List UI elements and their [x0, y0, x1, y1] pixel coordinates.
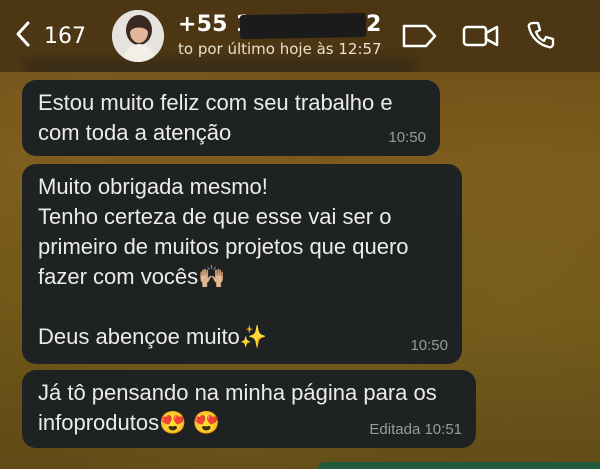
back-button[interactable]: 167 [14, 20, 86, 52]
unread-count: 167 [44, 23, 86, 49]
status-bubble-icon [400, 22, 438, 50]
message-bubble-2[interactable]: Muito obrigada mesmo! Tenho certeza de q… [22, 164, 462, 364]
avatar[interactable] [112, 10, 164, 62]
voice-call-button[interactable] [526, 20, 556, 50]
video-camera-icon [462, 22, 500, 50]
last-seen-status: to por último hoje às 12:57 [178, 40, 382, 58]
phone-icon [526, 20, 556, 50]
message-edited-time: Editada 10:51 [369, 421, 462, 438]
chevron-left-icon [14, 20, 32, 52]
redacted-number [239, 12, 367, 40]
message-time: 10:50 [388, 129, 426, 146]
contact-name-end: 2 [366, 12, 382, 37]
outgoing-message-bubble [318, 462, 600, 469]
message-text: Estou muito feliz com seu trabalho e com… [38, 90, 393, 145]
message-bubble-3[interactable]: Já tô pensando na minha página para os i… [22, 370, 476, 448]
message-bubble-1[interactable]: Estou muito feliz com seu trabalho e com… [22, 80, 440, 156]
status-button[interactable] [400, 22, 438, 50]
video-call-button[interactable] [462, 22, 500, 50]
message-time: 10:50 [410, 337, 448, 354]
chat-header: 167 +55 1 2 to por último hoje às 12:57 [0, 0, 600, 72]
message-text: Muito obrigada mesmo! Tenho certeza de q… [38, 174, 409, 349]
